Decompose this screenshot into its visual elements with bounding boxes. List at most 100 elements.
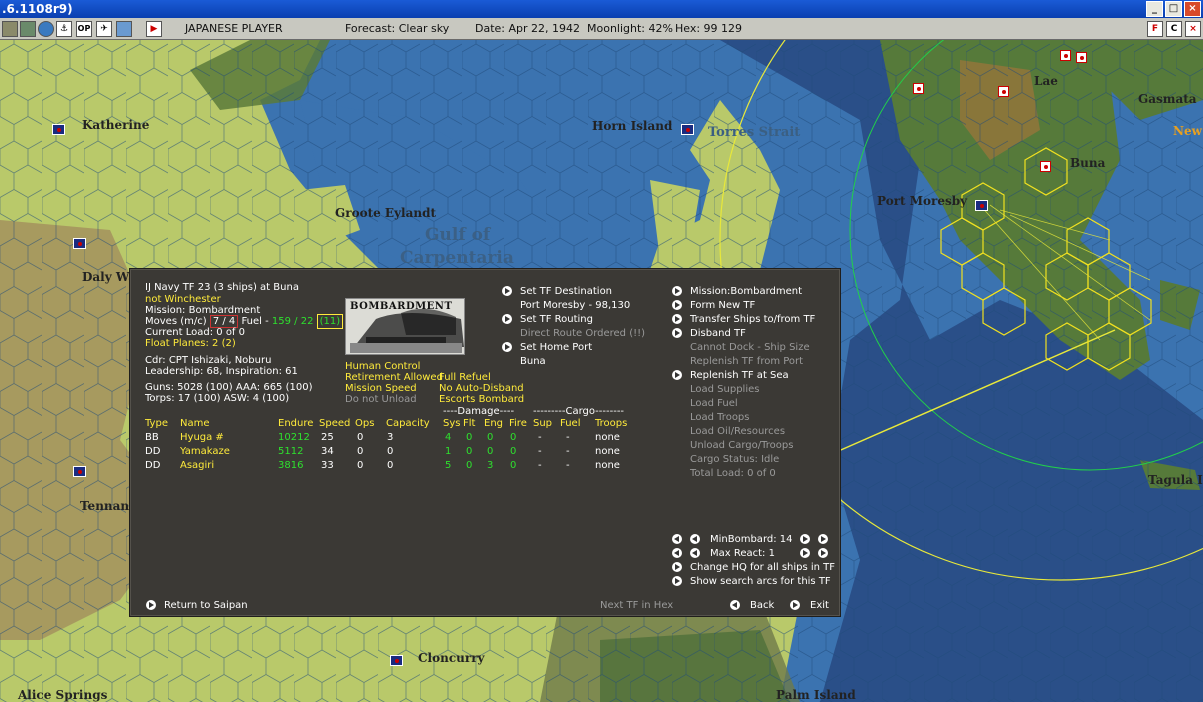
window-title: .6.1108r9) <box>2 2 73 16</box>
set-home-port-button[interactable]: Set Home Port <box>520 342 592 354</box>
disband-tf-button[interactable]: Disband TF <box>690 328 746 340</box>
arrow-icon[interactable] <box>672 562 682 572</box>
ship-icon[interactable]: ⚓ <box>56 21 72 37</box>
map-label: Carpentaria <box>400 248 514 268</box>
ship-flt: 0 <box>466 432 473 443</box>
allied-base-icon[interactable] <box>975 200 988 211</box>
col-sup[interactable]: Sup <box>533 418 552 430</box>
globe-icon[interactable] <box>38 21 54 37</box>
float-planes[interactable]: Float Planes: 2 (2) <box>145 338 236 350</box>
max-react-decrease-fast[interactable] <box>672 548 682 558</box>
arrow-icon[interactable] <box>672 300 682 310</box>
ship-sys: 1 <box>445 446 452 457</box>
arrow-icon[interactable] <box>672 328 682 338</box>
list-icon[interactable] <box>20 21 36 37</box>
form-new-tf-button[interactable]: Form New TF <box>690 300 755 312</box>
next-tf-button[interactable]: Next TF in Hex <box>600 600 673 612</box>
col-speed[interactable]: Speed <box>319 418 350 430</box>
ship-name[interactable]: Hyuga # <box>180 432 224 444</box>
col-troops[interactable]: Troops <box>595 418 627 430</box>
col-capacity[interactable]: Capacity <box>386 418 430 430</box>
return-to-button[interactable]: Return to Saipan <box>164 600 248 612</box>
map-icon[interactable] <box>2 21 18 37</box>
set-routing-button[interactable]: Set TF Routing <box>520 314 593 326</box>
ship-capacity: 0 <box>387 446 394 457</box>
air-icon[interactable]: ✈ <box>96 21 112 37</box>
close-button[interactable]: × <box>1184 1 1201 17</box>
title-bar: .6.1108r9) _ □ × <box>0 0 1203 18</box>
transfer-ships-button[interactable]: Transfer Ships to/from TF <box>690 314 815 326</box>
cannot-dock-label: Cannot Dock - Ship Size <box>690 342 810 353</box>
flag-button[interactable]: F <box>1147 21 1163 37</box>
report-icon[interactable] <box>116 21 132 37</box>
min-bombard-increase[interactable] <box>800 534 810 544</box>
japanese-base-icon[interactable] <box>913 83 924 94</box>
col-eng[interactable]: Eng <box>484 418 503 430</box>
min-bombard-decrease-fast[interactable] <box>672 534 682 544</box>
map-label: Gulf of <box>425 225 491 245</box>
set-destination-button[interactable]: Set TF Destination <box>520 286 612 298</box>
quit-button[interactable]: × <box>1185 21 1201 37</box>
torps-asw: Torps: 17 (100) ASW: 4 (100) <box>145 393 290 404</box>
col-ops[interactable]: Ops <box>355 418 374 430</box>
damage-group-header: ----Damage---- <box>443 406 515 417</box>
ship-name[interactable]: Yamakaze <box>180 446 230 458</box>
ship-type: DD <box>145 460 161 471</box>
arrow-icon[interactable] <box>672 576 682 586</box>
allied-base-icon[interactable] <box>390 655 403 666</box>
ship-sys: 5 <box>445 460 452 471</box>
show-arcs-button[interactable]: Show search arcs for this TF <box>690 576 831 588</box>
control-unload[interactable]: Do not Unload <box>345 394 417 406</box>
col-sys[interactable]: Sys <box>443 418 460 430</box>
max-react-increase-fast[interactable] <box>818 548 828 558</box>
back-button[interactable]: Back <box>750 600 774 612</box>
arrow-icon[interactable] <box>672 370 682 380</box>
total-load-label: Total Load: 0 of 0 <box>690 468 776 479</box>
arrow-icon[interactable] <box>146 600 156 610</box>
arrow-icon[interactable] <box>502 286 512 296</box>
japanese-base-icon[interactable] <box>1076 52 1087 63</box>
maximize-button[interactable]: □ <box>1165 1 1182 17</box>
ship-ops: 0 <box>357 460 364 471</box>
arrow-icon[interactable] <box>502 342 512 352</box>
map-label: New <box>1173 124 1202 138</box>
col-type[interactable]: Type <box>145 418 168 430</box>
fuel-extra[interactable]: (11) <box>316 314 344 329</box>
min-bombard-increase-fast[interactable] <box>818 534 828 544</box>
minimize-button[interactable]: _ <box>1146 1 1163 17</box>
c-button[interactable]: C <box>1166 21 1182 37</box>
max-react-decrease[interactable] <box>690 548 700 558</box>
bombardment-image: BOMBARDMENT <box>345 298 465 355</box>
japanese-base-icon[interactable] <box>1040 161 1051 172</box>
replenish-sea-button[interactable]: Replenish TF at Sea <box>690 370 789 382</box>
battleship-icon <box>350 308 464 353</box>
max-react-increase[interactable] <box>800 548 810 558</box>
allied-base-icon[interactable] <box>681 124 694 135</box>
col-endure[interactable]: Endure <box>278 418 313 430</box>
min-bombard-decrease[interactable] <box>690 534 700 544</box>
end-turn-icon[interactable]: ▶ <box>146 21 162 37</box>
col-fuel[interactable]: Fuel <box>560 418 580 430</box>
col-name[interactable]: Name <box>180 418 210 430</box>
back-arrow-icon[interactable] <box>730 600 740 610</box>
exit-button[interactable]: Exit <box>810 600 829 612</box>
col-fire[interactable]: Fire <box>509 418 527 430</box>
exit-arrow-icon[interactable] <box>790 600 800 610</box>
load-oil-label: Load Oil/Resources <box>690 426 786 437</box>
allied-base-icon[interactable] <box>52 124 65 135</box>
allied-base-icon[interactable] <box>73 466 86 477</box>
japanese-base-icon[interactable] <box>1060 50 1071 61</box>
allied-base-icon[interactable] <box>73 238 86 249</box>
arrow-icon[interactable] <box>502 314 512 324</box>
arrow-icon[interactable] <box>672 314 682 324</box>
col-flt[interactable]: Flt <box>463 418 475 430</box>
map-label: Port Moresby <box>877 194 968 208</box>
change-hq-button[interactable]: Change HQ for all ships in TF <box>690 562 835 574</box>
mission-button[interactable]: Mission:Bombardment <box>690 286 802 298</box>
ship-name[interactable]: Asagiri <box>180 460 214 472</box>
ship-flt: 0 <box>466 446 473 457</box>
op-icon[interactable]: OP <box>76 21 92 37</box>
arrow-icon[interactable] <box>672 286 682 296</box>
japanese-base-icon[interactable] <box>998 86 1009 97</box>
control-escorts[interactable]: Escorts Bombard <box>439 394 524 406</box>
